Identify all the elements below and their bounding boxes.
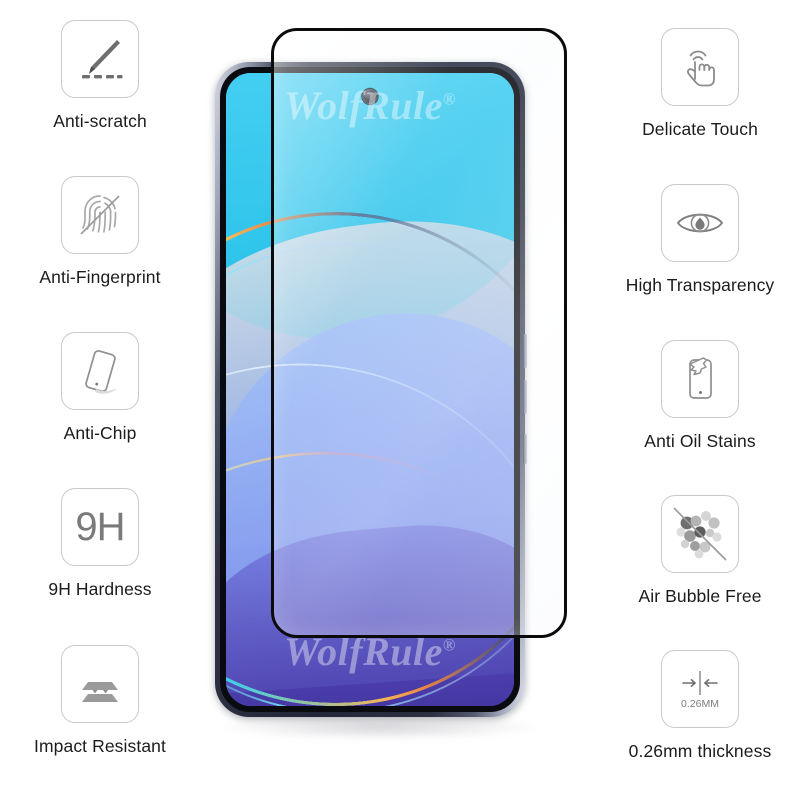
feature-anti-scratch: Anti-scratch	[0, 20, 200, 132]
phone-bezel: WolfRule® WolfRule®	[220, 67, 520, 712]
thickness-arrows-icon: 0.26MM	[661, 650, 739, 728]
brand-watermark-text: WolfRule	[284, 629, 443, 674]
brand-watermark-bottom: WolfRule®	[226, 628, 514, 675]
feature-delicate-touch: Delicate Touch	[600, 28, 800, 140]
thickness-badge-text: 0.26MM	[681, 698, 719, 710]
volume-down-button[interactable]	[523, 380, 527, 414]
touch-hand-icon	[661, 28, 739, 106]
feature-thickness: 0.26MM 0.26mm thickness	[600, 650, 800, 762]
brand-watermark-text: WolfRule	[284, 83, 443, 128]
volume-up-button[interactable]	[523, 334, 527, 368]
feature-high-transparency: High Transparency	[600, 184, 800, 296]
9h-badge-icon: 9H	[61, 488, 139, 566]
feature-label: Anti-scratch	[53, 111, 147, 131]
smartphone: WolfRule® WolfRule®	[215, 62, 527, 717]
feature-label: Air Bubble Free	[638, 586, 762, 606]
feature-air-bubble-free: Air Bubble Free	[600, 495, 800, 607]
product-image-canvas: Anti-scratch Anti-Fingerprint Anti-Chip …	[0, 0, 800, 800]
feature-anti-chip: Anti-Chip	[0, 332, 200, 444]
feature-label: 0.26mm thickness	[628, 741, 772, 761]
bubbles-blocked-icon	[661, 495, 739, 573]
feature-label: High Transparency	[625, 275, 775, 295]
phone-drop-shadow	[220, 714, 540, 740]
feature-anti-oil-stains: Anti Oil Stains	[600, 340, 800, 452]
product-photo: WolfRule® WolfRule®	[180, 0, 620, 800]
feature-9h-hardness: 9H 9H Hardness	[0, 488, 200, 600]
tilted-phone-icon	[61, 332, 139, 410]
impact-layers-icon	[61, 645, 139, 723]
feature-label: Impact Resistant	[34, 736, 166, 756]
knife-scratch-icon	[61, 20, 139, 98]
registered-mark: ®	[442, 635, 456, 655]
feature-label: Anti-Fingerprint	[39, 267, 161, 287]
eye-icon	[661, 184, 739, 262]
feature-label: Delicate Touch	[642, 119, 758, 139]
feature-column-left: Anti-scratch Anti-Fingerprint Anti-Chip …	[0, 0, 200, 800]
phone-oil-stain-icon	[661, 340, 739, 418]
feature-column-right: Delicate Touch High Transparency Anti Oi…	[600, 0, 800, 800]
feature-label: Anti-Chip	[63, 423, 137, 443]
feature-label: Anti Oil Stains	[644, 431, 756, 451]
feature-anti-fingerprint: Anti-Fingerprint	[0, 176, 200, 288]
brand-watermark-top: WolfRule®	[226, 82, 514, 129]
feature-impact-resistant: Impact Resistant	[0, 645, 200, 757]
feature-label: 9H Hardness	[48, 579, 152, 599]
registered-mark: ®	[442, 89, 456, 109]
phone-screen: WolfRule® WolfRule®	[226, 73, 514, 706]
9h-badge-text: 9H	[75, 505, 125, 549]
power-button[interactable]	[523, 434, 527, 464]
fingerprint-blocked-icon	[61, 176, 139, 254]
